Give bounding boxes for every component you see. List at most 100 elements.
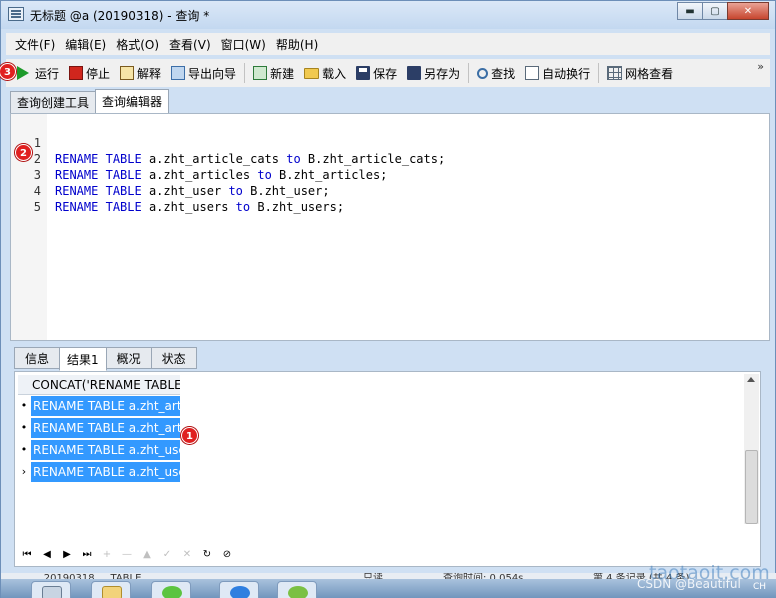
table-row[interactable]: • RENAME TABLE a.zht_arti: [18, 396, 180, 416]
current-row-marker: ›: [21, 465, 27, 478]
menu-help[interactable]: 帮助(H): [271, 36, 323, 53]
stop-fetch-button[interactable]: ⊘: [217, 546, 237, 562]
result-tabs: 信息 结果1 概况 状态: [14, 347, 197, 371]
explain-label: 解释: [137, 66, 162, 81]
tab-result-1[interactable]: 结果1: [59, 347, 107, 371]
record-navigator: ⏮ ◀ ▶ ⏭ + — ▲ ✓ ✕ ↻ ⊘: [17, 546, 237, 562]
tab-info[interactable]: 信息: [14, 347, 60, 369]
result-cell[interactable]: RENAME TABLE a.zht_arti: [31, 396, 180, 416]
table-row[interactable]: • RENAME TABLE a.zht_arti: [18, 418, 180, 438]
word-wrap-label: 自动换行: [542, 66, 591, 81]
menu-view[interactable]: 查看(V): [164, 36, 216, 53]
scroll-thumb[interactable]: [745, 450, 758, 524]
save-icon: [356, 66, 371, 80]
folder-icon: [102, 586, 122, 598]
export-icon: [171, 66, 186, 80]
save-as-button[interactable]: 另存为: [402, 62, 465, 84]
wechat-icon: [162, 586, 182, 598]
stop-button[interactable]: 停止: [64, 62, 115, 84]
taskbar-app-messenger[interactable]: [219, 581, 259, 598]
word-wrap-icon: [525, 66, 540, 80]
run-button[interactable]: 运行: [10, 62, 64, 84]
code-line: 4 RENAME TABLE a.zht_users to B.zht_user…: [11, 167, 344, 214]
stop-icon: [69, 66, 84, 80]
prev-record-button[interactable]: ◀: [37, 546, 57, 562]
vertical-scrollbar[interactable]: [744, 374, 759, 524]
result-cell[interactable]: RENAME TABLE a.zht_arti: [31, 418, 180, 438]
word-wrap-button[interactable]: 自动换行: [520, 62, 595, 84]
refresh-button[interactable]: ↻: [197, 546, 217, 562]
code-text: RENAME TABLE a.zht_article_cats to B.zht…: [55, 152, 446, 166]
window-controls: ▬ ▢ ✕: [677, 2, 769, 20]
result-cell[interactable]: RENAME TABLE a.zht_use: [31, 462, 180, 482]
close-button[interactable]: ✕: [727, 2, 769, 20]
apply-changes-button[interactable]: ✓: [157, 546, 177, 562]
new-query-icon: [253, 66, 268, 80]
export-wizard-label: 导出向导: [188, 66, 237, 81]
taskbar-app-wechat[interactable]: [151, 581, 191, 598]
menu-bar: 文件(F) 编辑(E) 格式(O) 查看(V) 窗口(W) 帮助(H): [6, 33, 770, 55]
load-label: 载入: [322, 66, 347, 81]
find-button[interactable]: 查找: [472, 62, 520, 84]
tab-query-builder[interactable]: 查询创建工具: [10, 91, 97, 113]
explain-icon: [120, 66, 135, 80]
row-marker: •: [20, 421, 28, 434]
find-label: 查找: [491, 66, 516, 81]
title-bar: 无标题 @a (20190318) - 查询 * ▬ ▢ ✕: [1, 1, 775, 29]
save-label: 保存: [373, 66, 398, 81]
explain-button[interactable]: 解释: [115, 62, 166, 84]
menu-edit[interactable]: 编辑(E): [60, 36, 111, 53]
load-button[interactable]: 载入: [299, 62, 351, 84]
menu-file[interactable]: 文件(F): [10, 36, 60, 53]
next-record-button[interactable]: ▶: [57, 546, 77, 562]
computer-icon: [42, 586, 62, 598]
result-grid: CONCAT('RENAME TABLE • RENAME TABLE a.zh…: [14, 371, 761, 567]
row-marker: •: [20, 443, 28, 456]
delete-record-button[interactable]: —: [117, 546, 137, 562]
sql-editor[interactable]: 1 RENAME TABLE a.zht_article_cats to B.z…: [10, 113, 770, 341]
row-marker: •: [20, 399, 28, 412]
scroll-up-icon[interactable]: [747, 377, 755, 382]
toolbar-separator: [468, 63, 470, 83]
last-record-button[interactable]: ⏭: [77, 546, 97, 562]
toolbar-separator: [598, 63, 600, 83]
callout-badge-1: 1: [181, 427, 198, 444]
window-title: 无标题 @a (20190318) - 查询 *: [30, 9, 210, 23]
table-row[interactable]: › RENAME TABLE a.zht_use: [18, 462, 180, 482]
toolbar-overflow-button[interactable]: »: [757, 61, 764, 73]
play-icon: [17, 66, 29, 80]
code-line: 1 RENAME TABLE a.zht_article_cats to B.z…: [11, 119, 445, 166]
code-text: RENAME TABLE a.zht_user to B.zht_user;: [55, 184, 330, 198]
folder-icon: [304, 67, 320, 79]
csdn-watermark: CSDN @Beautiful: [637, 577, 741, 591]
toolbar-separator: [244, 63, 246, 83]
column-header[interactable]: CONCAT('RENAME TABLE: [18, 375, 180, 395]
export-wizard-button[interactable]: 导出向导: [166, 62, 241, 84]
maximize-button[interactable]: ▢: [702, 2, 728, 20]
table-row[interactable]: • RENAME TABLE a.zht_use: [18, 440, 180, 460]
app-icon: [8, 7, 24, 21]
save-as-label: 另存为: [424, 66, 461, 81]
tab-profile[interactable]: 概况: [105, 347, 152, 369]
save-button[interactable]: 保存: [351, 62, 402, 84]
edit-record-button[interactable]: ▲: [137, 546, 157, 562]
first-record-button[interactable]: ⏮: [17, 546, 37, 562]
result-cell[interactable]: RENAME TABLE a.zht_use: [31, 440, 180, 460]
minimize-button[interactable]: ▬: [677, 2, 703, 20]
add-record-button[interactable]: +: [97, 546, 117, 562]
grid-view-label: 网格查看: [625, 66, 674, 81]
editor-tabs: 查询创建工具 查询编辑器: [10, 89, 170, 113]
tab-status[interactable]: 状态: [150, 347, 197, 369]
menu-window[interactable]: 窗口(W): [216, 36, 271, 53]
new-button[interactable]: 新建: [248, 62, 299, 84]
stop-label: 停止: [86, 66, 111, 81]
grid-view-button[interactable]: 网格查看: [602, 62, 678, 84]
menu-format[interactable]: 格式(O): [111, 36, 164, 53]
taskbar-app-navicat[interactable]: [31, 581, 71, 598]
taskbar-app-explorer[interactable]: [91, 581, 131, 598]
discard-changes-button[interactable]: ✕: [177, 546, 197, 562]
run-label: 运行: [35, 66, 60, 81]
taskbar-app-browser[interactable]: [277, 581, 317, 598]
tab-query-editor[interactable]: 查询编辑器: [95, 89, 170, 113]
code-text: RENAME TABLE a.zht_articles to B.zht_art…: [55, 168, 388, 182]
